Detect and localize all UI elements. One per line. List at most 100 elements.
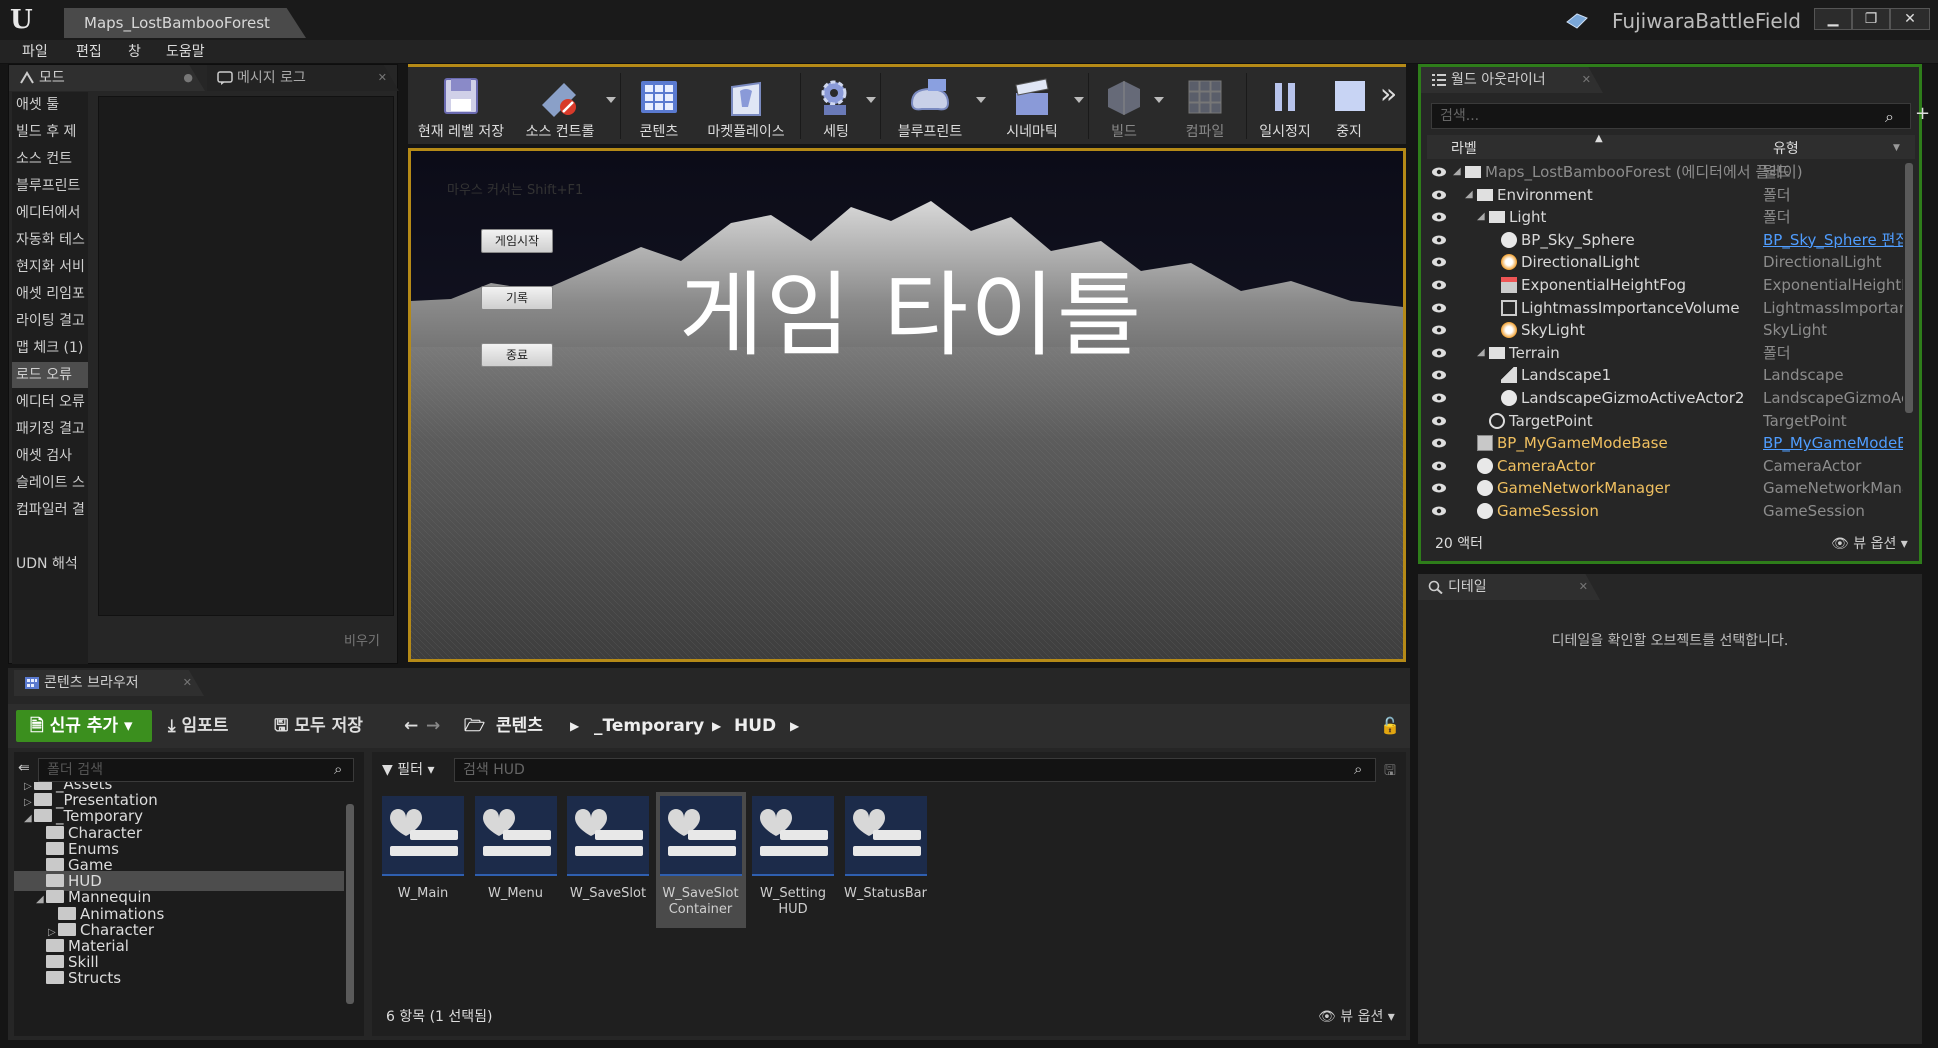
marketplace-button[interactable]: 마켓플레이스 xyxy=(698,71,794,143)
outliner-scrollbar[interactable] xyxy=(1905,163,1913,413)
minimize-button[interactable]: ▁ xyxy=(1814,8,1852,30)
outliner-search-input[interactable]: 검색... xyxy=(1431,103,1911,129)
game-viewport[interactable]: 마우스 커서는 Shift+F1 게임시작 기록 종료 게임 타이틀 xyxy=(408,148,1406,662)
outliner-row[interactable]: ◢ Light 폴더 xyxy=(1427,206,1903,228)
visibility-eye-icon[interactable] xyxy=(1431,392,1447,404)
label-column-header[interactable]: 라벨 xyxy=(1451,138,1477,158)
close-icon[interactable]: ✕ xyxy=(378,65,387,91)
outliner-row[interactable]: DirectionalLight DirectionalLight xyxy=(1427,251,1903,273)
visibility-eye-icon[interactable] xyxy=(1431,166,1447,178)
category-item[interactable]: 현지화 서비 xyxy=(12,254,88,280)
close-icon[interactable]: ✕ xyxy=(183,670,192,696)
chevron-down-icon[interactable] xyxy=(606,97,616,103)
import-button[interactable]: ⤓ 임포트 xyxy=(168,710,228,742)
breadcrumb-hud[interactable]: HUD xyxy=(734,710,776,742)
visibility-eye-icon[interactable] xyxy=(1431,302,1447,314)
asset-tile[interactable]: W_SaveSlot xyxy=(563,792,653,928)
tab-message-log[interactable]: 메시지 로그 ✕ xyxy=(207,65,399,91)
blueprint-button[interactable]: 블루프린트 xyxy=(884,71,976,143)
outliner-row[interactable]: SkyLight SkyLight xyxy=(1427,319,1903,341)
close-icon[interactable]: ✕ xyxy=(1579,574,1588,600)
tab-details[interactable]: 디테일 ✕ xyxy=(1418,574,1600,600)
pause-button[interactable]: 일시정지 xyxy=(1250,71,1320,143)
category-item[interactable]: 맵 체크 (1) xyxy=(12,335,88,361)
records-button[interactable]: 기록 xyxy=(481,286,553,310)
clear-button[interactable]: 비우기 xyxy=(344,630,380,649)
save-level-button[interactable]: 현재 레벨 저장 xyxy=(414,71,508,143)
visibility-eye-icon[interactable] xyxy=(1431,505,1447,517)
outliner-row[interactable]: ◢ Environment 폴더 xyxy=(1427,184,1903,206)
outliner-row[interactable]: Landscape1 Landscape xyxy=(1427,364,1903,386)
asset-tile[interactable]: W_StatusBar xyxy=(841,792,931,928)
tab-content-browser[interactable]: 콘텐츠 브라우저 ✕ xyxy=(14,670,204,696)
cinematics-button[interactable]: 시네마틱 xyxy=(990,71,1074,143)
compile-button[interactable]: 컴파일 xyxy=(1168,71,1242,143)
menu-edit[interactable]: 편집 xyxy=(76,40,102,64)
expand-arrow-icon[interactable]: ◢ xyxy=(1465,184,1473,206)
outliner-view-options[interactable]: 👁 뷰 옵션 ▾ xyxy=(1831,533,1908,553)
chevron-down-icon[interactable] xyxy=(866,97,876,103)
visibility-eye-icon[interactable] xyxy=(1431,234,1447,246)
close-icon[interactable]: ✕ xyxy=(1582,67,1591,93)
category-item[interactable]: 에디터에서 xyxy=(12,200,88,226)
tab-modes[interactable]: 모드 ● xyxy=(9,65,205,91)
breadcrumb-separator-icon[interactable]: ▶ xyxy=(570,710,579,742)
tab-world-outliner[interactable]: 월드 아웃라이너 ✕ xyxy=(1421,67,1603,93)
breadcrumb-content[interactable]: 콘텐츠 xyxy=(496,710,543,742)
lock-icon[interactable]: 🔓 xyxy=(1380,710,1400,742)
outliner-row[interactable]: LandscapeGizmoActiveActor2 LandscapeGizmo… xyxy=(1427,387,1903,409)
collapse-sources-icon[interactable]: ⇚ xyxy=(18,760,30,776)
outliner-row[interactable]: TargetPoint TargetPoint xyxy=(1427,410,1903,432)
history-forward-button[interactable]: → xyxy=(426,710,440,742)
category-item[interactable]: 애셋 툴 xyxy=(12,92,88,118)
asset-view-options[interactable]: 👁 뷰 옵션 ▾ xyxy=(1318,1006,1395,1026)
asset-tile[interactable]: W_Setting HUD xyxy=(748,792,838,928)
history-back-button[interactable]: ← xyxy=(404,710,418,742)
outliner-row[interactable]: GameNetworkManager GameNetworkManager xyxy=(1427,477,1903,499)
restore-button[interactable]: ❐ xyxy=(1852,8,1890,30)
visibility-eye-icon[interactable] xyxy=(1431,437,1447,449)
visibility-eye-icon[interactable] xyxy=(1431,415,1447,427)
close-icon[interactable]: ● xyxy=(183,65,193,91)
breadcrumb-separator-icon[interactable]: ▶ xyxy=(790,710,799,742)
visibility-eye-icon[interactable] xyxy=(1431,460,1447,472)
asset-tile[interactable]: W_SaveSlot Container xyxy=(655,792,746,928)
visibility-eye-icon[interactable] xyxy=(1431,324,1447,336)
outliner-row[interactable]: LightmassImportanceVolume LightmassImport… xyxy=(1427,297,1903,319)
expand-arrow-icon[interactable]: ◢ xyxy=(1477,342,1485,364)
settings-button[interactable]: 세팅 xyxy=(804,71,868,143)
category-item[interactable]: UDN 해석 xyxy=(12,551,88,577)
source-control-button[interactable]: 소스 컨트롤 xyxy=(512,71,608,143)
quit-button[interactable]: 종료 xyxy=(481,343,553,367)
add-new-button[interactable]: 🗎 신규 추가 ▾ xyxy=(16,710,152,742)
category-item[interactable]: 패키징 결고 xyxy=(12,416,88,442)
breadcrumb-separator-icon[interactable]: ▶ xyxy=(712,710,721,742)
category-item[interactable]: 라이팅 결고 xyxy=(12,308,88,334)
level-tab[interactable]: Maps_LostBambooForest xyxy=(64,8,306,38)
category-item[interactable]: 블루프린트 xyxy=(12,173,88,199)
type-column-header[interactable]: 유형 xyxy=(1773,138,1799,158)
chevron-down-icon[interactable] xyxy=(1154,97,1164,103)
expand-arrow-icon[interactable]: ◢ xyxy=(1477,206,1485,228)
category-item[interactable]: 에디터 오류 xyxy=(12,389,88,415)
folder-tree-item[interactable]: Structs xyxy=(14,968,344,988)
column-options-icon[interactable]: ▼ xyxy=(1893,143,1900,153)
chevron-down-icon[interactable] xyxy=(1074,97,1084,103)
outliner-row[interactable]: BP_Sky_Sphere BP_Sky_Sphere 편집 xyxy=(1427,229,1903,251)
visibility-eye-icon[interactable] xyxy=(1431,256,1447,268)
breadcrumb-temporary[interactable]: _Temporary xyxy=(594,710,704,742)
category-item[interactable]: 빌드 후 제 xyxy=(12,119,88,145)
category-item-selected[interactable]: 로드 오류 xyxy=(12,362,88,388)
menu-file[interactable]: 파일 xyxy=(22,40,48,64)
menu-window[interactable]: 창 xyxy=(128,40,141,64)
category-item[interactable]: 슬레이트 스 xyxy=(12,470,88,496)
category-item[interactable]: 자동화 테스 xyxy=(12,227,88,253)
category-item[interactable]: 컴파일러 결 xyxy=(12,497,88,523)
folder-tree-scrollbar[interactable] xyxy=(346,804,354,1004)
visibility-eye-icon[interactable] xyxy=(1431,211,1447,223)
chevron-down-icon[interactable] xyxy=(976,97,986,103)
visibility-eye-icon[interactable] xyxy=(1431,189,1447,201)
start-game-button[interactable]: 게임시작 xyxy=(481,229,553,253)
category-item[interactable]: 애셋 검사 xyxy=(12,443,88,469)
stop-button[interactable]: 중지 xyxy=(1324,71,1374,143)
